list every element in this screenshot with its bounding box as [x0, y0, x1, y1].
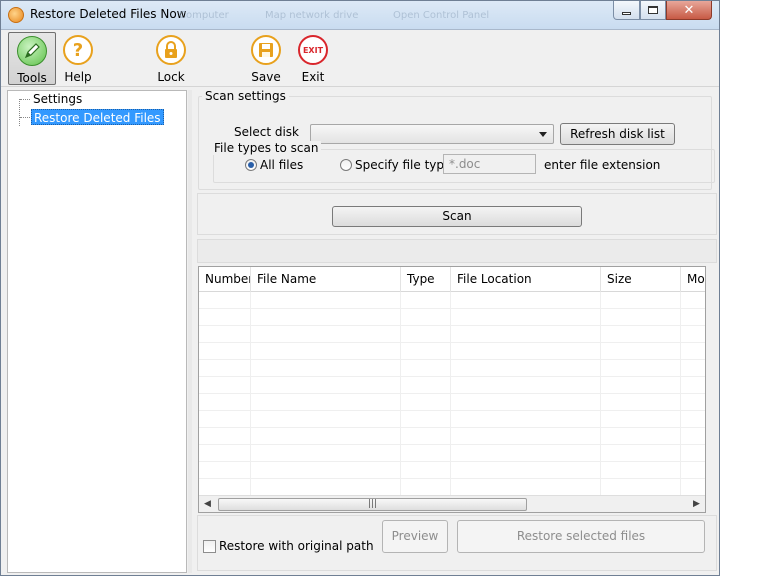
scroll-right-icon[interactable]: ▶: [688, 496, 705, 512]
extension-hint: enter file extension: [544, 158, 661, 172]
column-header-size[interactable]: Size: [601, 267, 681, 292]
all-files-radio[interactable]: [245, 159, 257, 171]
lock-label: Lock: [157, 70, 185, 84]
specify-file-type-label[interactable]: Specify file type: [355, 158, 451, 172]
question-icon: ?: [63, 35, 93, 65]
title-bar[interactable]: Restore Deleted Files Now Computer Map n…: [1, 1, 719, 30]
tree-connector: [20, 117, 30, 118]
lock-icon: [156, 35, 186, 65]
horizontal-scrollbar[interactable]: ◀ ||| ▶: [199, 495, 705, 512]
table-header: Number File Name Type File Location Size…: [199, 267, 705, 292]
scan-button[interactable]: Scan: [332, 206, 582, 227]
restore-original-path-label[interactable]: Restore with original path: [219, 539, 374, 553]
scroll-left-icon[interactable]: ◀: [199, 496, 216, 512]
results-table[interactable]: Number File Name Type File Location Size…: [198, 266, 706, 513]
window-title: Restore Deleted Files Now: [30, 7, 187, 21]
table-row: [199, 309, 705, 326]
scan-settings-group: Scan settings Select disk Refresh disk l…: [198, 89, 715, 190]
table-row: [199, 445, 705, 462]
restore-selected-files-button[interactable]: Restore selected files: [457, 520, 705, 553]
tree-connector: [20, 99, 30, 100]
tools-label: Tools: [17, 71, 47, 85]
status-panel: [197, 239, 717, 263]
table-row: [199, 292, 705, 309]
maximize-button[interactable]: [640, 1, 666, 20]
refresh-disk-list-button[interactable]: Refresh disk list: [560, 123, 675, 145]
scrollbar-thumb[interactable]: |||: [218, 498, 527, 511]
tree-connector: [19, 99, 20, 126]
scan-settings-label: Scan settings: [202, 89, 289, 103]
bottom-panel: Restore with original path Preview Resto…: [197, 515, 717, 571]
minimize-icon: [622, 11, 631, 15]
select-disk-dropdown[interactable]: [310, 124, 554, 144]
scan-panel: Scan: [197, 193, 717, 235]
save-label: Save: [251, 70, 281, 84]
file-types-label: File types to scan: [211, 141, 322, 155]
table-row: [199, 479, 705, 496]
minimize-button[interactable]: [613, 1, 640, 20]
exit-icon: EXIT: [298, 35, 328, 65]
close-button[interactable]: ✕: [666, 1, 712, 20]
tree-item-settings[interactable]: Settings: [31, 91, 84, 107]
tools-button[interactable]: Tools: [8, 32, 56, 85]
all-files-label[interactable]: All files: [260, 158, 303, 172]
save-button[interactable]: Save: [242, 32, 290, 85]
select-disk-label: Select disk: [234, 125, 299, 139]
pencil-icon: [17, 36, 47, 66]
main-panel: Scan settings Select disk Refresh disk l…: [192, 87, 719, 573]
ghost-tab: Map network drive: [265, 10, 359, 21]
table-row: [199, 360, 705, 377]
table-row: [199, 343, 705, 360]
ghost-tab: Computer: [179, 10, 229, 21]
table-row: [199, 326, 705, 343]
exit-button[interactable]: EXIT Exit: [289, 32, 337, 85]
maximize-icon: [648, 6, 658, 14]
column-header-file-location[interactable]: File Location: [451, 267, 601, 292]
column-header-modified[interactable]: Moc: [681, 267, 705, 292]
table-row: [199, 377, 705, 394]
table-row: [199, 411, 705, 428]
chevron-down-icon: [539, 132, 547, 137]
table-row: [199, 394, 705, 411]
help-label: Help: [64, 70, 92, 84]
lock-button[interactable]: Lock: [147, 32, 195, 85]
toolbar: Tools ? Help Lock Save EXIT Exit: [1, 30, 719, 87]
restore-original-path-checkbox[interactable]: [203, 540, 216, 553]
exit-label: Exit: [301, 70, 325, 84]
close-icon: ✕: [683, 2, 695, 18]
help-button[interactable]: ? Help: [54, 32, 102, 85]
tree-item-restore-deleted-files[interactable]: Restore Deleted Files: [31, 109, 164, 125]
column-header-type[interactable]: Type: [401, 267, 451, 292]
preview-button[interactable]: Preview: [382, 520, 448, 553]
table-row: [199, 428, 705, 445]
table-row: [199, 462, 705, 479]
file-extension-input[interactable]: *.doc: [443, 154, 536, 174]
radio-selected-dot: [248, 162, 254, 168]
navigation-tree: Settings Restore Deleted Files: [7, 90, 187, 573]
file-types-group: File types to scan All files Specify fil…: [211, 141, 715, 183]
save-icon: [251, 35, 281, 65]
column-header-number[interactable]: Number: [199, 267, 251, 292]
app-icon: [8, 7, 24, 23]
app-window: Restore Deleted Files Now Computer Map n…: [0, 0, 720, 576]
ghost-tab: Open Control Panel: [393, 10, 490, 21]
column-header-file-name[interactable]: File Name: [251, 267, 401, 292]
specify-file-type-radio[interactable]: [340, 159, 352, 171]
